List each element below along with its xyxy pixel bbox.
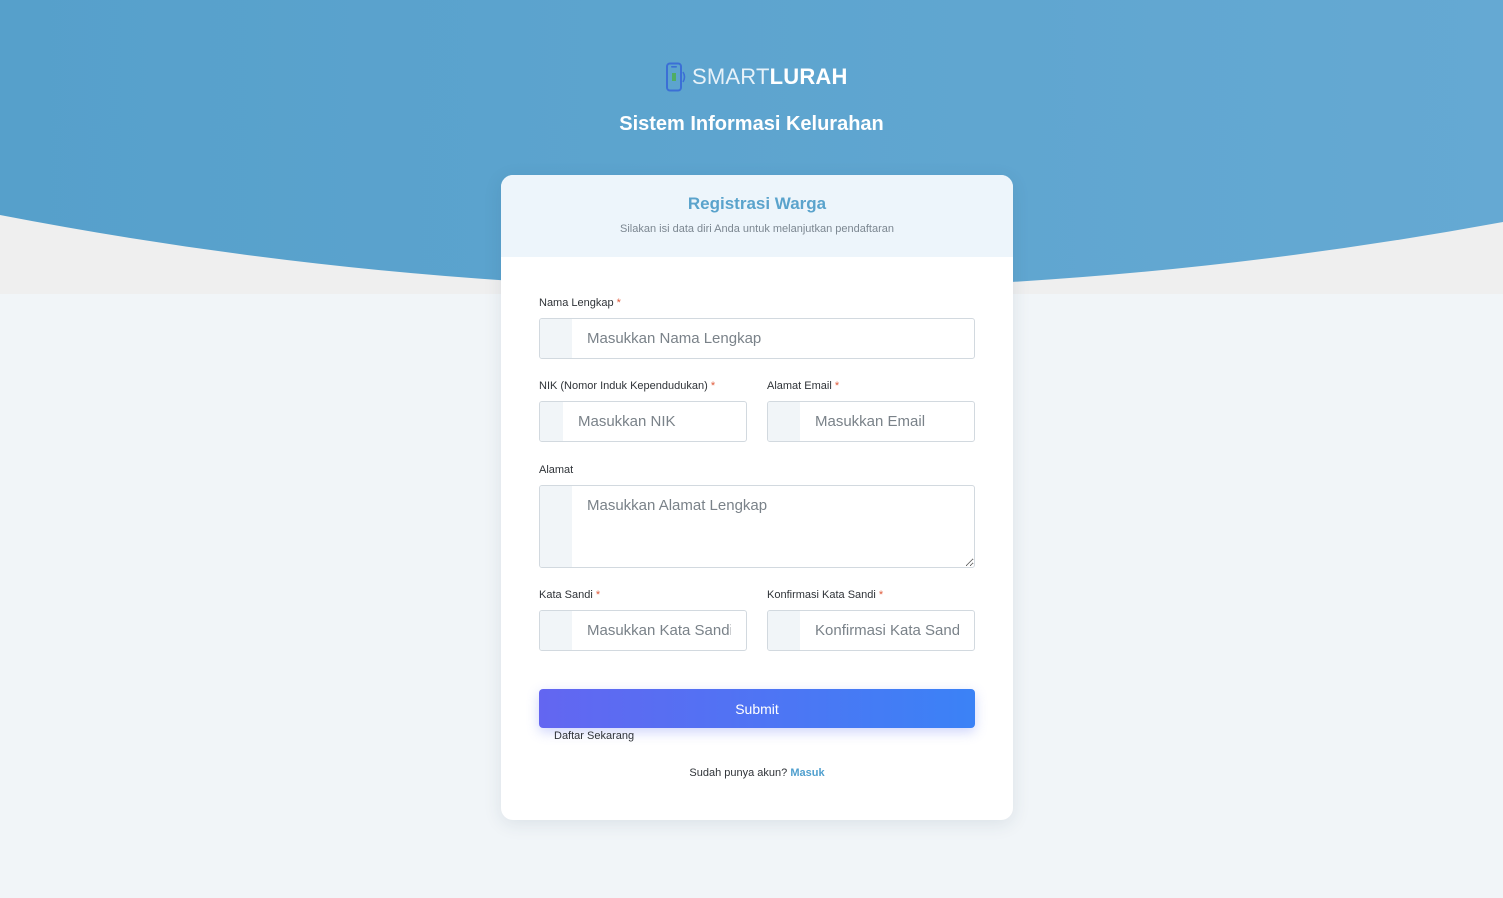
password-confirm-label: Konfirmasi Kata Sandi * bbox=[767, 589, 883, 601]
required-mark: * bbox=[878, 589, 884, 601]
alamat-textarea[interactable] bbox=[572, 486, 974, 567]
card-header: Registrasi Warga Silakan isi data diri A… bbox=[501, 175, 1013, 257]
registration-page: SMARTLURAH Sistem Informasi Kelurahan Re… bbox=[0, 0, 1503, 898]
user-icon: ● bbox=[540, 319, 572, 358]
nik-input[interactable] bbox=[563, 402, 746, 441]
registration-card: Registrasi Warga Silakan isi data diri A… bbox=[501, 175, 1013, 820]
brand-logo: SMARTLURAH bbox=[665, 62, 848, 92]
email-label: Alamat Email * bbox=[767, 380, 839, 392]
alamat-label-text: Alamat bbox=[539, 464, 574, 476]
nama-field: ● bbox=[539, 318, 975, 359]
nama-label: Nama Lengkap * bbox=[539, 297, 621, 309]
lock-icon: ● bbox=[768, 611, 800, 650]
password-label: Kata Sandi * bbox=[539, 589, 600, 601]
brand-name-bold: LURAH bbox=[769, 64, 848, 89]
nik-label: NIK (Nomor Induk Kependudukan) * bbox=[539, 380, 715, 392]
id-card-icon: ● bbox=[540, 402, 563, 441]
nama-input[interactable] bbox=[572, 319, 974, 358]
brand-name-light: SMART bbox=[692, 64, 770, 89]
login-link[interactable]: Masuk bbox=[790, 767, 824, 779]
card-subtitle: Silakan isi data diri Anda untuk melanju… bbox=[620, 223, 894, 235]
password-confirm-field: ● bbox=[767, 610, 975, 651]
nik-field: ● bbox=[539, 401, 747, 442]
card-title: Registrasi Warga bbox=[687, 194, 827, 213]
password-field: ● bbox=[539, 610, 747, 651]
password-label-text: Kata Sandi bbox=[539, 589, 593, 601]
alamat-label: Alamat bbox=[539, 464, 573, 476]
password-confirm-input[interactable] bbox=[800, 611, 974, 650]
smartphone-icon bbox=[666, 62, 686, 92]
required-mark: * bbox=[616, 297, 621, 309]
app-title: Sistem Informasi Kelurahan bbox=[619, 113, 884, 135]
submit-button[interactable]: Submit bbox=[539, 689, 975, 728]
required-mark: * bbox=[710, 380, 716, 392]
login-prompt-text: Sudah punya akun? bbox=[689, 767, 788, 779]
required-mark: * bbox=[834, 380, 840, 392]
nik-label-text: NIK (Nomor Induk Kependudukan) bbox=[539, 380, 708, 392]
password-confirm-label-text: Konfirmasi Kata Sandi bbox=[767, 589, 876, 601]
brand-name: SMARTLURAH bbox=[692, 62, 848, 92]
required-mark: * bbox=[595, 589, 601, 601]
envelope-icon: ● bbox=[768, 402, 800, 441]
alamat-field: ● bbox=[539, 485, 975, 568]
login-prompt: Sudah punya akun? Masuk bbox=[501, 767, 1013, 779]
email-field: ● bbox=[767, 401, 975, 442]
lock-icon: ● bbox=[540, 611, 572, 650]
password-input[interactable] bbox=[572, 611, 746, 650]
nama-label-text: Nama Lengkap bbox=[539, 297, 614, 309]
daftar-sekarang-text: Daftar Sekarang bbox=[554, 730, 635, 742]
email-label-text: Alamat Email bbox=[767, 380, 832, 392]
map-marker-icon: ● bbox=[540, 486, 572, 567]
email-input[interactable] bbox=[800, 402, 974, 441]
